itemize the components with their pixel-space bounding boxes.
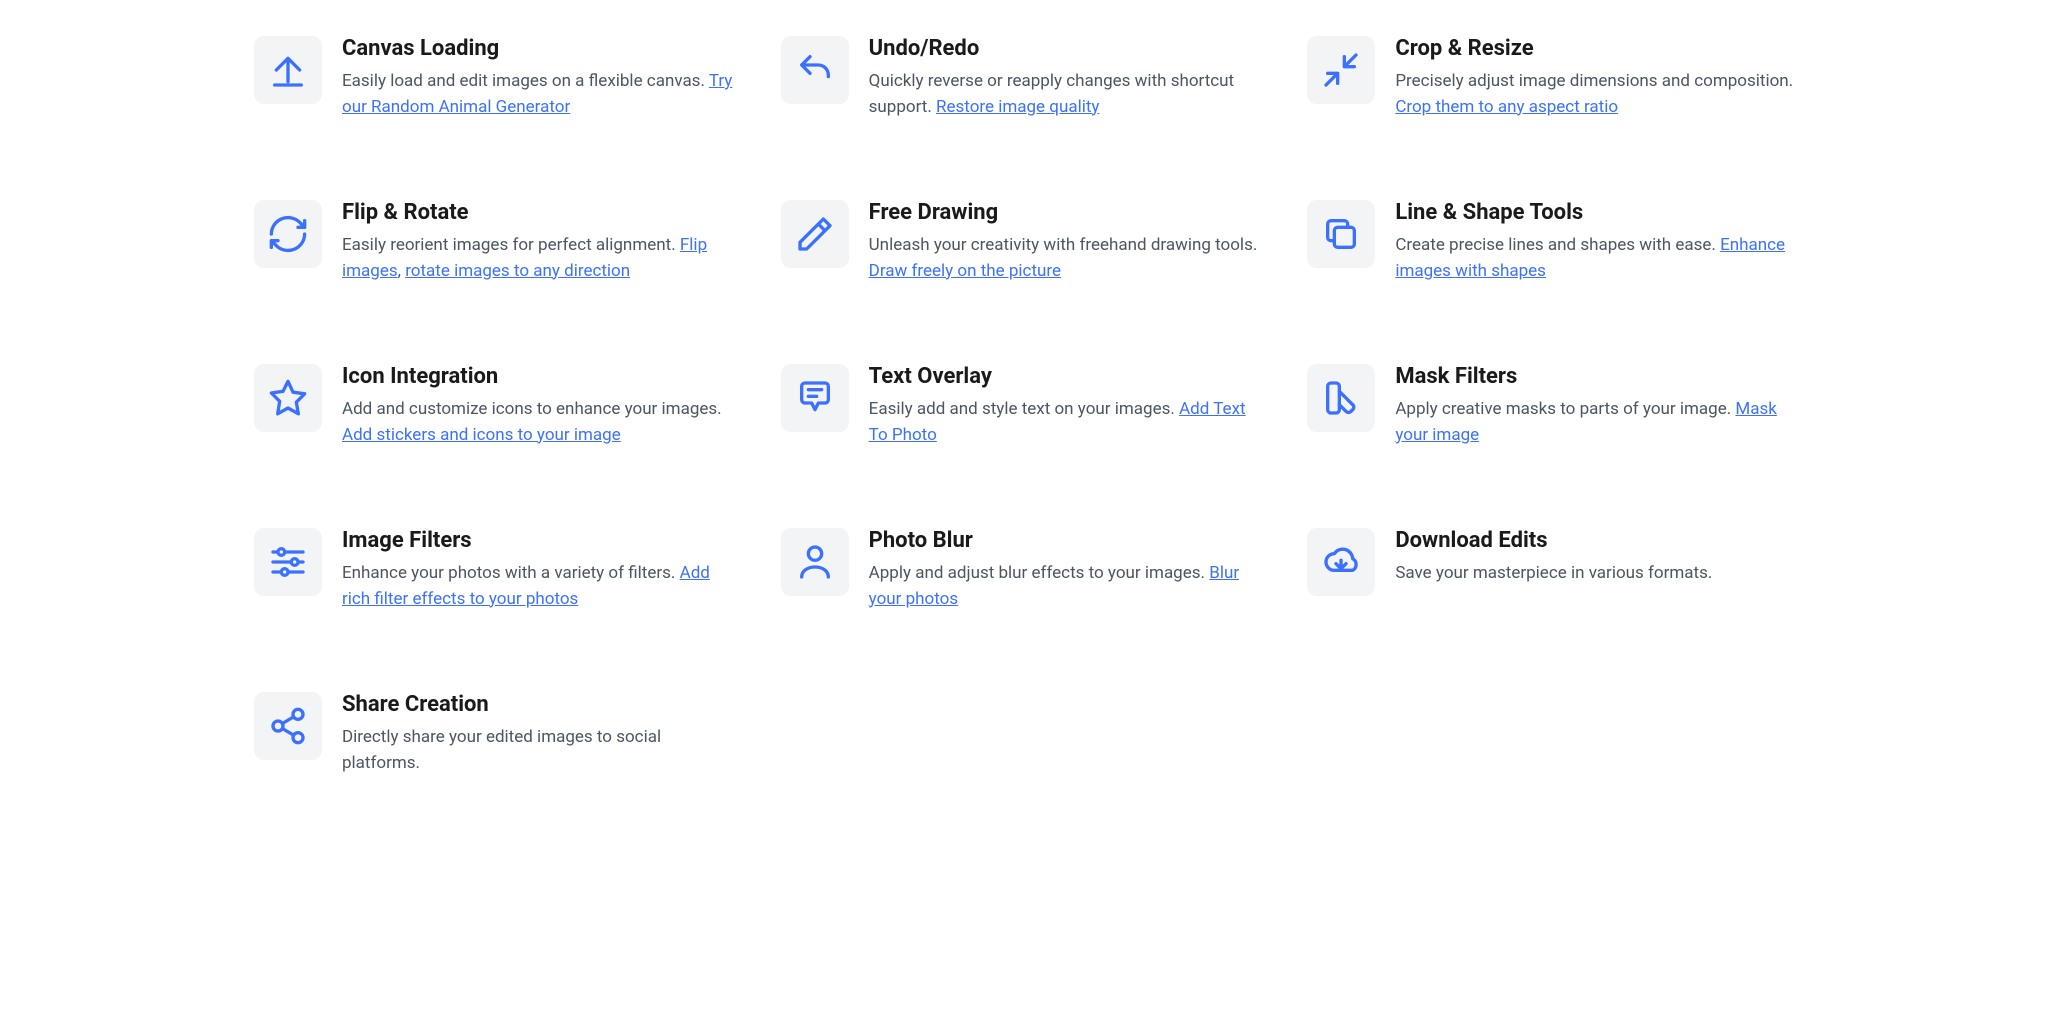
feature-title: Icon Integration xyxy=(342,364,741,389)
feature-desc: Easily reorient images for perfect align… xyxy=(342,233,741,284)
feature-title: Free Drawing xyxy=(869,200,1268,225)
pencil-icon xyxy=(781,200,849,268)
feature-image-filters: Image Filters Enhance your photos with a… xyxy=(254,528,741,612)
feature-title: Share Creation xyxy=(342,692,741,717)
features-grid: Canvas Loading Easily load and edit imag… xyxy=(254,36,1794,776)
feature-title: Crop & Resize xyxy=(1395,36,1794,61)
rotate-icon xyxy=(254,200,322,268)
feature-text-overlay: Text Overlay Easily add and style text o… xyxy=(781,364,1268,448)
feature-link[interactable]: Add stickers and icons to your image xyxy=(342,425,621,445)
feature-mask-filters: Mask Filters Apply creative masks to par… xyxy=(1307,364,1794,448)
feature-desc: Easily add and style text on your images… xyxy=(869,397,1268,448)
feature-title: Download Edits xyxy=(1395,528,1794,553)
feature-icon-integration: Icon Integration Add and customize icons… xyxy=(254,364,741,448)
feature-title: Mask Filters xyxy=(1395,364,1794,389)
swatch-icon xyxy=(1307,364,1375,432)
feature-free-drawing: Free Drawing Unleash your creativity wit… xyxy=(781,200,1268,284)
feature-link[interactable]: Crop them to any aspect ratio xyxy=(1395,97,1618,117)
feature-title: Photo Blur xyxy=(869,528,1268,553)
feature-line-shape-tools: Line & Shape Tools Create precise lines … xyxy=(1307,200,1794,284)
feature-download-edits: Download Edits Save your masterpiece in … xyxy=(1307,528,1794,612)
feature-undo-redo: Undo/Redo Quickly reverse or reapply cha… xyxy=(781,36,1268,120)
feature-desc: Precisely adjust image dimensions and co… xyxy=(1395,69,1794,120)
minimize-icon xyxy=(1307,36,1375,104)
feature-desc: Directly share your edited images to soc… xyxy=(342,725,741,776)
sliders-icon xyxy=(254,528,322,596)
feature-title: Flip & Rotate xyxy=(342,200,741,225)
feature-share-creation: Share Creation Directly share your edite… xyxy=(254,692,741,776)
feature-title: Line & Shape Tools xyxy=(1395,200,1794,225)
feature-flip-rotate: Flip & Rotate Easily reorient images for… xyxy=(254,200,741,284)
feature-desc: Easily load and edit images on a flexibl… xyxy=(342,69,741,120)
cloud-download-icon xyxy=(1307,528,1375,596)
feature-title: Image Filters xyxy=(342,528,741,553)
feature-title: Text Overlay xyxy=(869,364,1268,389)
feature-desc: Unleash your creativity with freehand dr… xyxy=(869,233,1268,284)
feature-link[interactable]: rotate images to any direction xyxy=(405,261,630,281)
feature-desc: Quickly reverse or reapply changes with … xyxy=(869,69,1268,120)
shapes-icon xyxy=(1307,200,1375,268)
feature-desc: Apply and adjust blur effects to your im… xyxy=(869,561,1268,612)
feature-desc: Enhance your photos with a variety of fi… xyxy=(342,561,741,612)
feature-crop-resize: Crop & Resize Precisely adjust image dim… xyxy=(1307,36,1794,120)
feature-desc: Add and customize icons to enhance your … xyxy=(342,397,741,448)
share-icon xyxy=(254,692,322,760)
feature-link[interactable]: Draw freely on the picture xyxy=(869,261,1061,281)
feature-desc: Create precise lines and shapes with eas… xyxy=(1395,233,1794,284)
undo-icon xyxy=(781,36,849,104)
feature-title: Canvas Loading xyxy=(342,36,741,61)
feature-desc: Save your masterpiece in various formats… xyxy=(1395,561,1794,587)
feature-photo-blur: Photo Blur Apply and adjust blur effects… xyxy=(781,528,1268,612)
feature-desc: Apply creative masks to parts of your im… xyxy=(1395,397,1794,448)
upload-icon xyxy=(254,36,322,104)
star-icon xyxy=(254,364,322,432)
feature-link[interactable]: Restore image quality xyxy=(936,97,1099,117)
user-icon xyxy=(781,528,849,596)
message-icon xyxy=(781,364,849,432)
feature-canvas-loading: Canvas Loading Easily load and edit imag… xyxy=(254,36,741,120)
feature-title: Undo/Redo xyxy=(869,36,1268,61)
